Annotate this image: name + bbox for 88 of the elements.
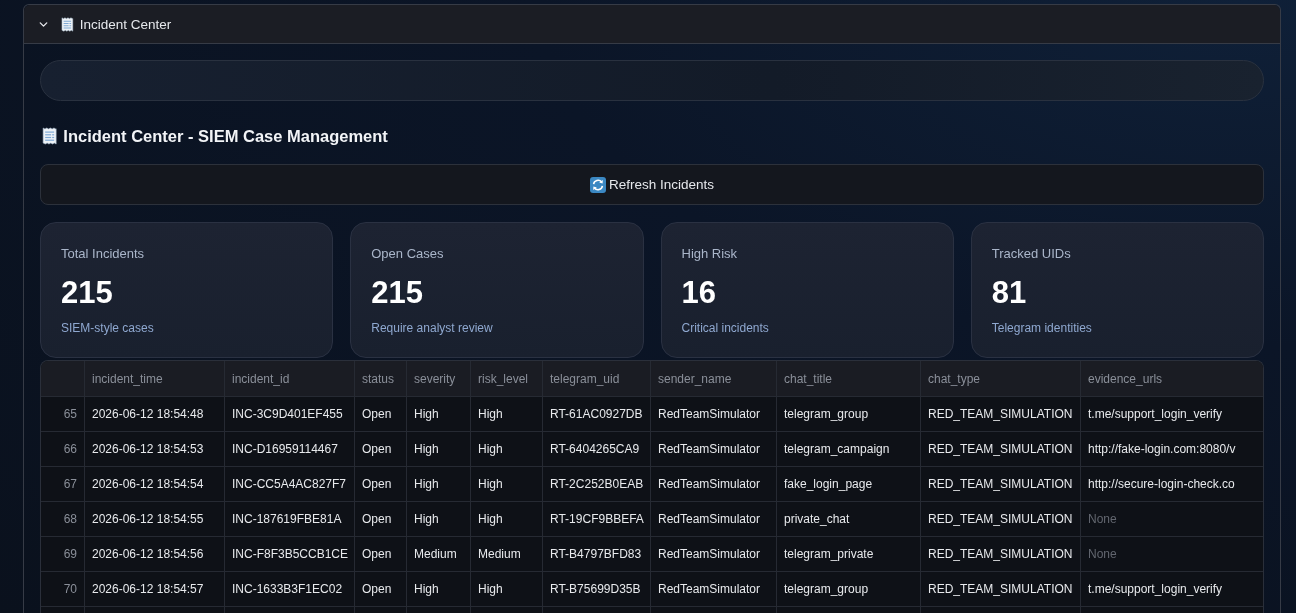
table-cell: RedTeamSimulator (651, 467, 777, 502)
table-cell: High (407, 397, 471, 432)
row-index: 65 (41, 397, 85, 432)
receipt-icon (61, 16, 74, 32)
column-header[interactable]: incident_id (225, 361, 355, 397)
column-header[interactable]: chat_type (921, 361, 1081, 397)
table-cell: RED_TEAM_SIMULATION (921, 432, 1081, 467)
table-cell: private_chat (777, 502, 921, 537)
table-cell: High (471, 432, 543, 467)
table-cell: High (407, 467, 471, 502)
table-cell: RT-61AC0927DB (543, 397, 651, 432)
table-cell: RT-B4797BFD83 (543, 537, 651, 572)
table-cell: 2026-06-12 18:54:53 (85, 432, 225, 467)
table-cell: RED_TEAM_SIMULATION (921, 467, 1081, 502)
table-cell: High (407, 432, 471, 467)
table-cell: RT-2C252B0EAB (543, 467, 651, 502)
table-cell: RedTeamSimulator (651, 572, 777, 607)
table-cell: Open (355, 467, 407, 502)
table-cell: INC-F8F3B5CCB1CE (225, 537, 355, 572)
refresh-icon (589, 176, 606, 193)
table-cell: 2026-06-12 18:54:55 (85, 502, 225, 537)
table-cell: High (471, 572, 543, 607)
metric-value: 81 (991, 275, 1027, 311)
expander-header[interactable]: Incident Center (24, 5, 1280, 44)
page-title: Incident Center - SIEM Case Management (63, 126, 388, 146)
table-cell: RT-B75699D35B (543, 572, 651, 607)
row-index: 69 (41, 537, 85, 572)
column-header[interactable]: incident_time (85, 361, 225, 397)
table-cell: RED_TEAM_SIMULATION (921, 397, 1081, 432)
table-cell: RED_TEAM_SIMULATION (921, 537, 1081, 572)
row-index: 70 (41, 572, 85, 607)
table-cell: telegram_group (777, 397, 921, 432)
table-cell: RedTeamSimulator (651, 502, 777, 537)
table-cell: INC-CC5A4AC827F7 (225, 467, 355, 502)
column-header[interactable]: evidence_urls (1081, 361, 1263, 397)
table-cell: telegram_group (777, 572, 921, 607)
table-cell: 2026-06-12 18:54:48 (85, 397, 225, 432)
table-cell: High (471, 397, 543, 432)
row-index: 68 (41, 502, 85, 537)
table-cell: INC-187619FBE81A (225, 502, 355, 537)
column-header[interactable]: severity (407, 361, 471, 397)
table-cell: High (471, 502, 543, 537)
table-cell: RED_TEAM_SIMULATION (921, 572, 1081, 607)
metric-value: 16 (681, 275, 716, 311)
metric-value: 215 (61, 275, 113, 311)
table-cell: fake_login_page (777, 467, 921, 502)
table-cell: 2026-06-12 18:54:54 (85, 467, 225, 502)
table-cell: INC-1633B3F1EC02 (225, 572, 355, 607)
table-cell: High (471, 467, 543, 502)
table-cell: INC-D16959114467 (225, 432, 355, 467)
table-cell: 2026-06-12 18:54:56 (85, 537, 225, 572)
table-cell: Medium (407, 537, 471, 572)
metric-label: Tracked UIDs (991, 246, 1071, 262)
table-cell: INC-3C9D401EF455 (225, 397, 355, 432)
column-header[interactable]: status (355, 361, 407, 397)
table-cell: RED_TEAM_SIMULATION (921, 502, 1081, 537)
column-header[interactable]: sender_name (651, 361, 777, 397)
metric-label: High Risk (681, 246, 738, 262)
column-header[interactable]: chat_title (777, 361, 921, 397)
table-cell: telegram_campaign (777, 432, 921, 467)
table-cell: telegram_private (777, 537, 921, 572)
table-cell: High (407, 502, 471, 537)
table-cell: Open (355, 432, 407, 467)
metric-caption: Critical incidents (681, 321, 769, 336)
metric-caption: SIEM-style cases (61, 321, 154, 336)
table-cell: RedTeamSimulator (651, 537, 777, 572)
row-index: 67 (41, 467, 85, 502)
table-cell: RT-6404265CA9 (543, 432, 651, 467)
column-header[interactable]: risk_level (471, 361, 543, 397)
table-cell: RT-19CF9BBEFA (543, 502, 651, 537)
table-cell: RedTeamSimulator (651, 397, 777, 432)
metric-caption: Telegram identities (991, 321, 1092, 336)
table-cell: High (407, 572, 471, 607)
table-cell: Open (355, 502, 407, 537)
table-cell: Open (355, 572, 407, 607)
table-cell: 2026-06-12 18:54:57 (85, 572, 225, 607)
metric-label: Total Incidents (61, 246, 145, 262)
table-cell: Open (355, 537, 407, 572)
metric-value: 215 (371, 275, 423, 311)
table-cell: Open (355, 397, 407, 432)
row-index: 66 (41, 432, 85, 467)
table-cell: RedTeamSimulator (651, 432, 777, 467)
receipt-icon (42, 127, 58, 145)
metric-label: Open Cases (371, 246, 444, 262)
metric-caption: Require analyst review (371, 321, 493, 336)
table-cell: Medium (471, 537, 543, 572)
column-header[interactable]: telegram_uid (543, 361, 651, 397)
refresh-button[interactable]: Refresh Incidents (40, 164, 1264, 205)
